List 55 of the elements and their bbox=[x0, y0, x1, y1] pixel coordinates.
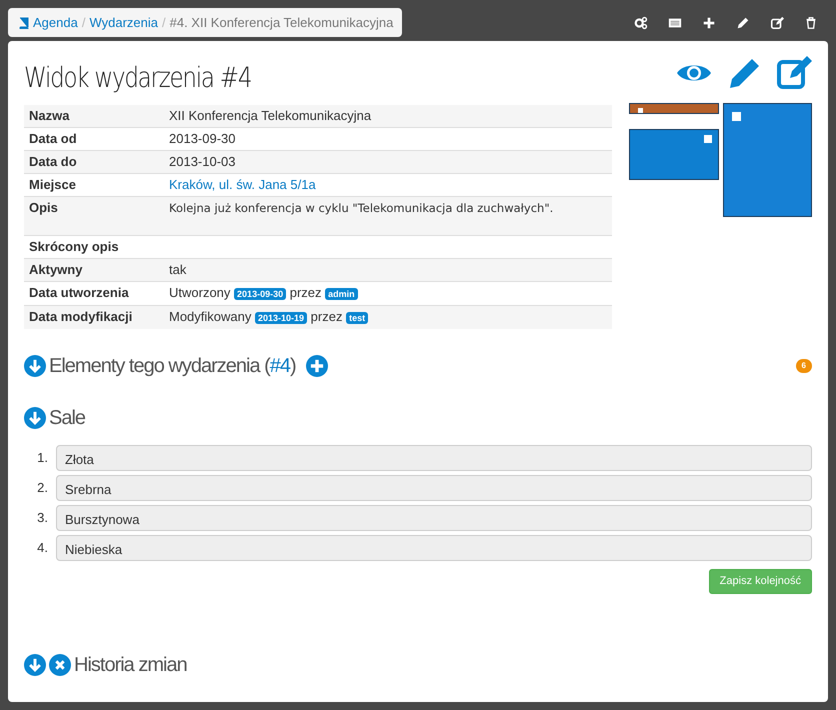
field-value: tak bbox=[169, 262, 186, 278]
count-badge: 6 bbox=[796, 359, 812, 374]
edit-icon[interactable] bbox=[770, 16, 784, 30]
date-tag: admin bbox=[325, 288, 358, 300]
field-value: Utworzony bbox=[169, 285, 230, 300]
image-thumbnail[interactable] bbox=[629, 128, 719, 180]
add-button[interactable] bbox=[306, 355, 328, 378]
close-button[interactable] bbox=[49, 654, 71, 676]
section-title: Sale bbox=[49, 406, 86, 432]
gears-icon[interactable] bbox=[634, 16, 648, 30]
collapse-button[interactable] bbox=[24, 407, 46, 430]
trash-icon[interactable] bbox=[804, 16, 818, 30]
collapse-button[interactable] bbox=[24, 355, 46, 378]
collapse-button[interactable] bbox=[24, 654, 46, 676]
event-link[interactable]: #4 bbox=[270, 355, 290, 378]
field-value: Modyfikowany bbox=[169, 309, 252, 324]
pencil-icon[interactable] bbox=[736, 16, 750, 30]
list-number: 4. bbox=[36, 539, 48, 558]
date-tag: 2013-10-19 bbox=[255, 312, 308, 324]
image-thumbnail[interactable] bbox=[629, 102, 719, 114]
room-item[interactable]: Niebieska bbox=[56, 535, 812, 562]
save-order-button[interactable]: Zapisz kolejność bbox=[708, 569, 812, 594]
field-value: przez bbox=[290, 285, 322, 300]
edit-button[interactable] bbox=[776, 55, 812, 91]
list-number: 3. bbox=[36, 509, 48, 528]
field-value: XII Konferencja Telekomunikacyjna bbox=[169, 108, 372, 123]
room-item[interactable]: Srebrna bbox=[56, 475, 812, 502]
breadcrumb-separator: / bbox=[82, 14, 86, 32]
room-item[interactable]: Bursztynowa bbox=[56, 505, 812, 532]
breadcrumb-link[interactable]: Agenda bbox=[33, 12, 78, 32]
field-value: 2013-09-30 bbox=[169, 131, 236, 146]
breadcrumb-link[interactable]: Wydarzenia bbox=[89, 12, 158, 32]
list-number: 2. bbox=[36, 479, 48, 498]
image-thumbnail[interactable] bbox=[723, 102, 812, 217]
section-title: Elementy tego wydarzenia (#4) bbox=[49, 354, 296, 380]
breadcrumb-separator: / bbox=[162, 14, 166, 32]
page-title: Widok wydarzenia #4 bbox=[24, 61, 252, 95]
field-label: Data modyfikacji bbox=[24, 306, 164, 330]
date-tag: test bbox=[346, 312, 368, 324]
room-item[interactable]: Złota bbox=[56, 445, 812, 472]
field-label: Nazwa bbox=[24, 104, 164, 128]
field-label: Aktywny bbox=[24, 258, 164, 282]
book-icon bbox=[18, 16, 29, 28]
location-link[interactable]: Kraków, ul. św. Jana 5/1a bbox=[169, 177, 316, 192]
field-value: przez bbox=[310, 309, 342, 324]
list-icon[interactable] bbox=[668, 16, 682, 30]
section-title: Historia zmian bbox=[74, 652, 187, 678]
field-value: 2013-10-03 bbox=[169, 154, 236, 170]
breadcrumb-current: #4. XII Konferencja Telekomunikacyjna bbox=[170, 14, 394, 32]
description-text: Kolejna już konferencja w cyklu "Telekomunikacja dla zuchwałych". bbox=[169, 200, 554, 218]
date-tag: 2013-09-30 bbox=[234, 288, 286, 300]
list-number: 1. bbox=[36, 449, 48, 468]
plus-icon[interactable] bbox=[702, 16, 716, 30]
field-label: Data do bbox=[24, 150, 164, 174]
field-label: Opis bbox=[24, 196, 164, 236]
